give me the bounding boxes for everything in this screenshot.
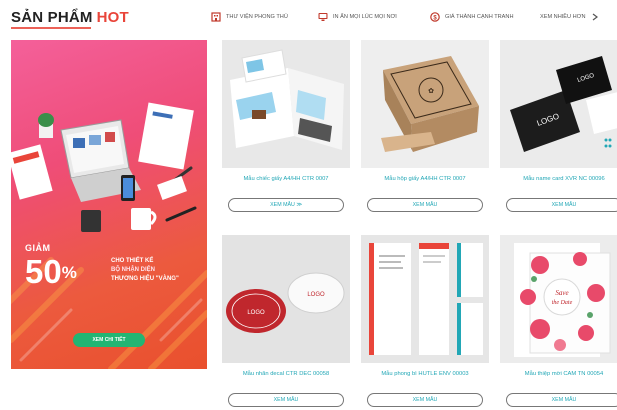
banner-illustration xyxy=(11,102,207,369)
nav-item-price[interactable]: $ GIÁ THÀNH CẠNH TRANH xyxy=(429,11,513,22)
product-image[interactable]: ✿ xyxy=(361,40,489,168)
promo-line-3: THƯƠNG HIỆU "VÀNG" xyxy=(111,276,179,282)
product-name[interactable]: Mẫu name card XVR NC 00096 xyxy=(504,175,617,183)
monitor-icon xyxy=(317,11,328,22)
svg-text:the Date: the Date xyxy=(552,300,573,306)
arrow-right-icon xyxy=(590,11,601,22)
promo-lines: CHO THIẾT KẾ BỘ NHẬN DIỆN THƯƠNG HIỆU "V… xyxy=(111,257,207,284)
product-image[interactable] xyxy=(361,235,489,363)
nav-item-price-label: GIÁ THÀNH CẠNH TRANH xyxy=(445,13,514,20)
brochure-illustration xyxy=(222,40,350,168)
section-title-part1: SẢN PHẨM xyxy=(11,9,93,26)
promo-banner[interactable]: GIẢM 50% CHO THIẾT KẾ BỘ NHẬN DIỆN THƯƠN… xyxy=(11,40,207,369)
product-name[interactable]: Mẫu phong bì HUTLE ENV 00003 xyxy=(365,370,485,378)
product-image[interactable]: LOGO LOGO xyxy=(222,235,350,363)
product-image[interactable]: Save the Date xyxy=(500,235,617,363)
nav-item-print-label: IN ẤN MỌI LÚC MỌI NƠI xyxy=(333,13,397,20)
product-image[interactable]: LOGO LOGO xyxy=(500,40,617,168)
promo-line-2: BỘ NHẬN DIỆN xyxy=(111,267,156,273)
view-sample-button[interactable]: XEM MẪU xyxy=(506,198,617,212)
section-header: SẢN PHẨM HOT THƯ VIỆN PHONG THỦ IN ẤN MỌI… xyxy=(0,0,617,34)
feature-nav: THƯ VIỆN PHONG THỦ IN ẤN MỌI LÚC MỌI NƠI… xyxy=(210,11,617,25)
price-tag-icon: $ xyxy=(429,11,440,22)
promo-giam: GIẢM xyxy=(25,243,51,253)
promo-text: GIẢM 50% CHO THIẾT KẾ BỘ NHẬN DIỆN THƯƠN… xyxy=(25,243,179,288)
title-underline xyxy=(11,27,91,29)
view-sample-button[interactable]: XEM MẪU xyxy=(228,393,344,407)
letterhead-illustration xyxy=(361,235,489,363)
product-name[interactable]: Mẫu hộp giấy A4/HH CTR 0007 xyxy=(365,175,485,183)
product-image[interactable] xyxy=(222,40,350,168)
promo-percent-sign: % xyxy=(61,263,77,282)
product-name[interactable]: Mẫu chiếc giấy A4/HH CTR 0007 xyxy=(226,175,346,183)
svg-text:LOGO: LOGO xyxy=(247,310,265,316)
product-name[interactable]: Mẫu nhãn decal CTR DEC 00058 xyxy=(226,370,346,378)
promo-line-1: CHO THIẾT KẾ xyxy=(111,258,154,264)
view-details-button[interactable]: XEM CHI TIẾT xyxy=(73,333,145,347)
nav-item-more[interactable]: XEM NHIỀU HƠN xyxy=(540,11,601,22)
promo-percent-value: 50 xyxy=(25,253,62,290)
view-sample-button[interactable]: XEM MẪU xyxy=(367,198,483,212)
box-illustration: ✿ xyxy=(361,40,489,168)
svg-text:LOGO: LOGO xyxy=(307,292,325,298)
namecard-illustration: LOGO LOGO xyxy=(500,40,617,168)
view-sample-button[interactable]: XEM MẪU xyxy=(506,393,617,407)
building-icon xyxy=(210,11,221,22)
section-title-part2: HOT xyxy=(96,9,129,26)
invitation-illustration: Save the Date xyxy=(500,235,617,363)
view-sample-button[interactable]: XEM MẪU xyxy=(367,393,483,407)
product-name[interactable]: Mẫu thiệp mời CAM TN 00054 xyxy=(504,370,617,378)
nav-item-library[interactable]: THƯ VIỆN PHONG THỦ xyxy=(210,11,288,22)
section-title: SẢN PHẨM HOT xyxy=(11,9,129,26)
svg-text:Save: Save xyxy=(555,289,568,297)
nav-item-library-label: THƯ VIỆN PHONG THỦ xyxy=(226,13,288,20)
nav-item-print[interactable]: IN ẤN MỌI LÚC MỌI NƠI xyxy=(317,11,397,22)
product-grid: Mẫu chiếc giấy A4/HH CTR 0007 XEM MẪU ≫ … xyxy=(222,40,617,410)
nav-item-more-label: XEM NHIỀU HƠN xyxy=(540,13,586,20)
promo-percent: 50% xyxy=(25,255,77,288)
view-sample-button[interactable]: XEM MẪU ≫ xyxy=(228,198,344,212)
svg-text:✿: ✿ xyxy=(428,87,434,95)
decal-illustration: LOGO LOGO xyxy=(222,235,350,363)
